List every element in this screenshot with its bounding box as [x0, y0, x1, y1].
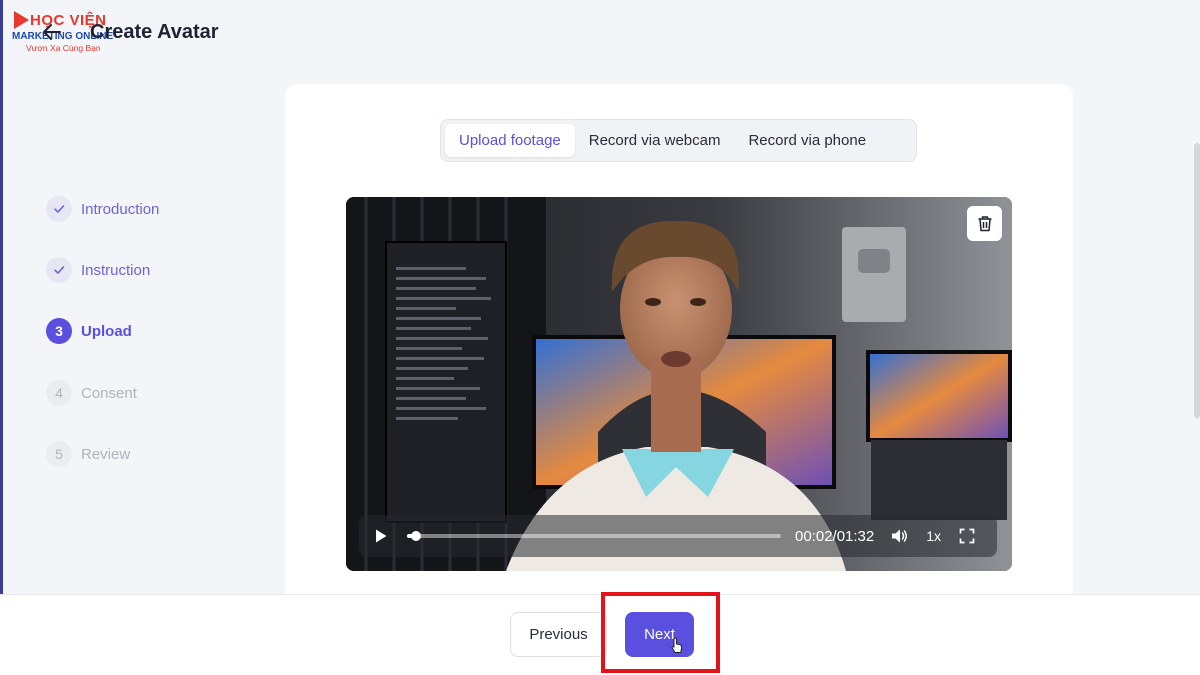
video-player[interactable]: 00:02/01:32 1x — [346, 197, 1012, 571]
step-label: Consent — [81, 384, 137, 402]
tab-record-via-webcam[interactable]: Record via webcam — [575, 124, 735, 157]
play-icon[interactable] — [371, 526, 391, 546]
step-label: Upload — [81, 322, 132, 340]
step-number: 4 — [46, 380, 72, 406]
back-arrow-icon[interactable] — [40, 20, 64, 44]
logo-line-3: Vươn Xa Cùng Bạn — [26, 43, 101, 53]
time-display: 00:02/01:32 — [795, 527, 875, 545]
source-tabs: Upload footage Record via webcam Record … — [440, 119, 917, 162]
trash-icon — [978, 216, 991, 232]
delete-video-button[interactable] — [967, 206, 1002, 241]
previous-button[interactable]: Previous — [510, 612, 607, 657]
playback-speed[interactable]: 1x — [926, 528, 941, 544]
video-controls: 00:02/01:32 1x — [359, 515, 997, 557]
tab-upload-footage[interactable]: Upload footage — [445, 124, 575, 157]
step-label: Introduction — [81, 200, 160, 218]
step-label: Review — [81, 445, 131, 463]
fullscreen-icon[interactable] — [957, 526, 977, 546]
step-introduction[interactable]: Introduction — [46, 196, 159, 222]
step-number: 3 — [46, 318, 72, 344]
step-consent[interactable]: 4 Consent — [46, 380, 137, 406]
step-review[interactable]: 5 Review — [46, 441, 130, 467]
play-logo-icon — [14, 11, 29, 29]
window-edge — [0, 0, 3, 675]
seek-handle[interactable] — [410, 531, 421, 541]
check-icon — [46, 196, 72, 222]
scrollbar-thumb[interactable] — [1194, 143, 1200, 418]
seek-bar[interactable] — [407, 531, 781, 541]
step-number: 5 — [46, 441, 72, 467]
page-title: Create Avatar — [90, 21, 219, 43]
step-upload[interactable]: 3 Upload — [46, 318, 132, 344]
step-label: Instruction — [81, 261, 151, 279]
volume-icon[interactable] — [890, 526, 910, 546]
next-button[interactable]: Next — [625, 612, 694, 657]
tab-record-via-phone[interactable]: Record via phone — [734, 124, 880, 157]
check-icon — [46, 257, 72, 283]
step-instruction[interactable]: Instruction — [46, 257, 150, 283]
